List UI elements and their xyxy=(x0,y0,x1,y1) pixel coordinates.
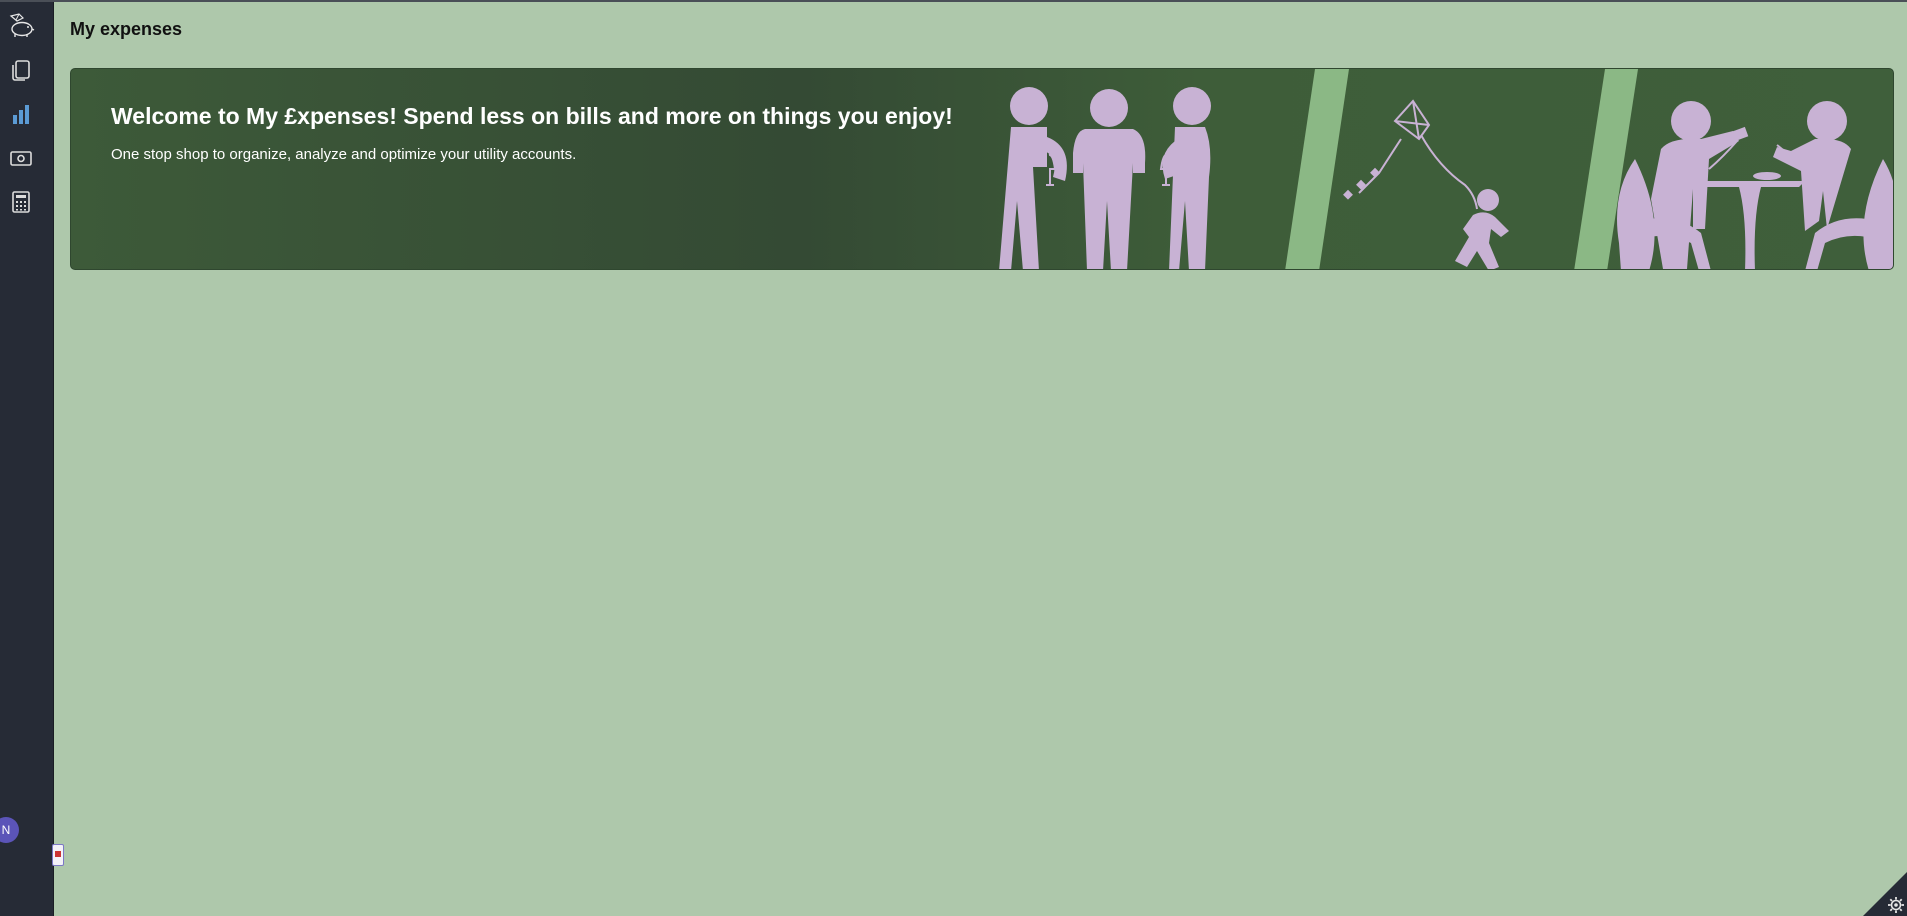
main-content: My expenses Welcome to My £xpenses! Spen… xyxy=(70,2,1907,916)
gear-icon[interactable] xyxy=(1887,896,1905,914)
app-window: N My expenses Welcome to My £xpenses! Sp… xyxy=(0,0,1907,916)
documents-icon[interactable] xyxy=(6,56,36,86)
banner-subtitle: One stop shop to organize, analyze and o… xyxy=(111,146,577,163)
floating-document-icon[interactable] xyxy=(52,844,64,866)
piggy-bank-icon[interactable] xyxy=(6,10,36,40)
cash-icon[interactable] xyxy=(6,143,36,173)
user-avatar[interactable]: N xyxy=(0,817,19,843)
settings-corner[interactable] xyxy=(1863,872,1907,916)
bar-chart-icon[interactable] xyxy=(6,99,36,129)
page-title: My expenses xyxy=(70,19,183,39)
welcome-banner: Welcome to My £xpenses! Spend less on bi… xyxy=(70,68,1894,270)
banner-title: Welcome to My £xpenses! Spend less on bi… xyxy=(111,103,953,129)
banner-illustration xyxy=(999,69,1893,269)
sidebar: N xyxy=(0,2,54,916)
calculator-icon[interactable] xyxy=(6,187,36,217)
